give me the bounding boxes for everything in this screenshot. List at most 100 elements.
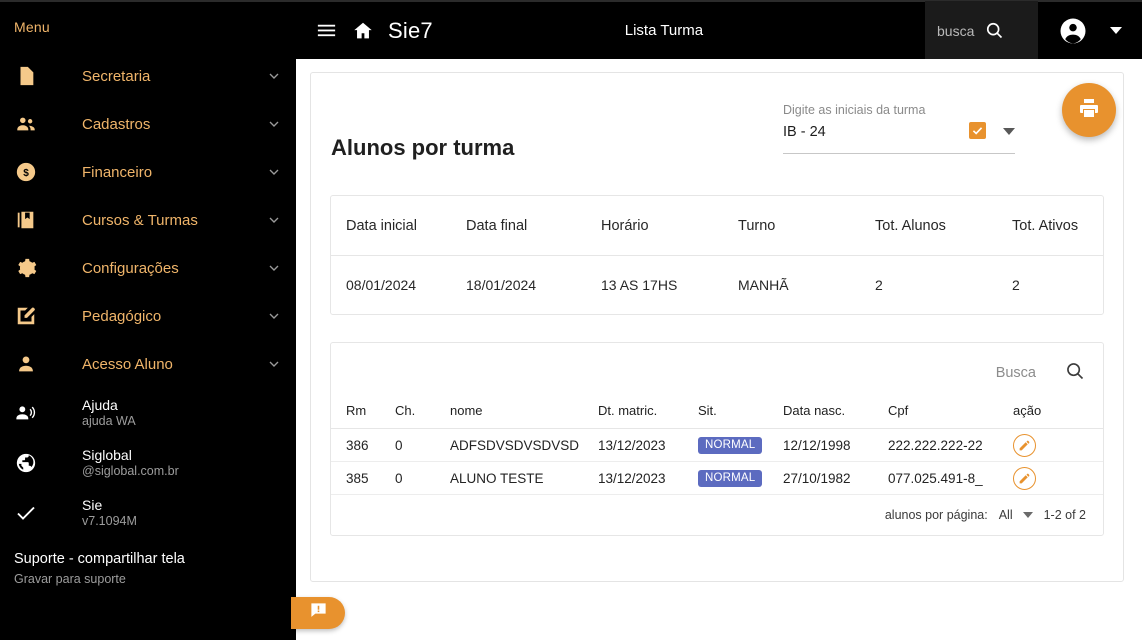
cell-acao [1013, 429, 1103, 462]
students-search-input[interactable]: Busca [996, 365, 1036, 381]
turma-field-label: Digite as iniciais da turma [783, 103, 1015, 117]
turma-field-value[interactable]: IB - 24 [783, 124, 969, 140]
table-header-row: Rm Ch. nome Dt. matric. Sit. Data nasc. … [331, 403, 1103, 429]
sidebar-item-cursos-turmas[interactable]: Cursos & Turmas [0, 196, 296, 244]
sidebar-item-subtitle: ajuda WA [82, 414, 136, 429]
sidebar-item-label: Acesso Aluno [82, 356, 266, 373]
col-cpf[interactable]: Cpf [888, 403, 1013, 429]
cell-rm: 386 [331, 429, 395, 462]
support-subtitle: Gravar para suporte [14, 571, 296, 587]
person-icon [14, 352, 38, 376]
turma-field-underline [783, 153, 1015, 154]
sidebar-item-siglobal[interactable]: Siglobal @siglobal.com.br [0, 438, 296, 488]
hamburger-icon[interactable] [314, 19, 338, 43]
col-nome[interactable]: nome [450, 403, 598, 429]
sidebar: Menu Secretaria Cadastros $ [0, 0, 296, 640]
cell-nome: ADFSDVSDVSDVSD [450, 429, 598, 462]
cell-data-inicial: 08/01/2024 [331, 256, 466, 315]
col-dt-matric[interactable]: Dt. matric. [598, 403, 698, 429]
turma-summary-table-card: Data inicial Data final Horário Turno To… [330, 195, 1104, 315]
edit-pencil-icon[interactable] [1013, 467, 1036, 490]
people-icon [14, 112, 38, 136]
support-chat-button[interactable] [291, 597, 345, 629]
cell-sit: NORMAL [698, 429, 783, 462]
sidebar-item-label: Financeiro [82, 164, 266, 181]
svg-text:$: $ [23, 168, 29, 179]
app-root: Menu Secretaria Cadastros $ [0, 0, 1142, 640]
per-page-select[interactable]: All [999, 508, 1033, 522]
cell-tot-ativos: 2 [1012, 256, 1103, 315]
chevron-down-icon [266, 260, 282, 276]
header-search[interactable]: busca [925, 1, 1038, 60]
table-row[interactable]: 385 0 ALUNO TESTE 13/12/2023 NORMAL 27/1… [331, 462, 1103, 495]
sidebar-item-configuracoes[interactable]: Configurações [0, 244, 296, 292]
sidebar-item-title: Sie [82, 497, 137, 514]
edit-pencil-icon[interactable] [1013, 434, 1036, 457]
col-data-nasc[interactable]: Data nasc. [783, 403, 888, 429]
sidebar-item-label: Cadastros [82, 116, 266, 133]
sidebar-item-ajuda[interactable]: Ajuda ajuda WA [0, 388, 296, 438]
search-icon[interactable] [1064, 360, 1086, 387]
col-rm[interactable]: Rm [331, 403, 395, 429]
cell-cpf: 222.222.222-22 [888, 429, 1013, 462]
page-card: Alunos por turma Digite as iniciais da t… [310, 72, 1124, 582]
col-tot-ativos: Tot. Ativos [1012, 196, 1103, 256]
col-tot-alunos: Tot. Alunos [875, 196, 1012, 256]
sidebar-item-secretaria[interactable]: Secretaria [0, 52, 296, 100]
sidebar-item-cadastros[interactable]: Cadastros [0, 100, 296, 148]
account-circle-icon[interactable] [1058, 16, 1088, 46]
sidebar-item-financeiro[interactable]: $ Financeiro [0, 148, 296, 196]
cell-nome: ALUNO TESTE [450, 462, 598, 495]
sidebar-item-subtitle: @siglobal.com.br [82, 464, 179, 479]
search-input[interactable]: busca [937, 23, 974, 39]
sidebar-item-label: Secretaria [82, 68, 266, 85]
students-table-head: Rm Ch. nome Dt. matric. Sit. Data nasc. … [331, 403, 1103, 429]
table-row[interactable]: 386 0 ADFSDVSDVSDVSD 13/12/2023 NORMAL 1… [331, 429, 1103, 462]
chevron-down-icon [266, 68, 282, 84]
cell-horario: 13 AS 17HS [601, 256, 738, 315]
sidebar-title: Menu [0, 2, 296, 35]
sidebar-support-block[interactable]: Suporte - compartilhar tela Gravar para … [0, 538, 296, 587]
record-voice-icon [14, 401, 38, 425]
pagination-range: 1-2 of 2 [1044, 508, 1086, 522]
cell-rm: 385 [331, 462, 395, 495]
page-header-area: Alunos por turma Digite as iniciais da t… [311, 73, 1123, 195]
header-right-group [1038, 16, 1142, 46]
sidebar-item-label: Pedagógico [82, 308, 266, 325]
chevron-down-icon [266, 356, 282, 372]
sidebar-item-acesso-aluno[interactable]: Acesso Aluno [0, 340, 296, 388]
sidebar-item-pedagogico[interactable]: Pedagógico [0, 292, 296, 340]
top-header: Sie7 Lista Turma busca [296, 0, 1142, 59]
cell-data-nasc: 27/10/1982 [783, 462, 888, 495]
check-icon [14, 501, 38, 525]
triangle-down-icon[interactable] [1003, 128, 1015, 135]
page-title: Alunos por turma [331, 135, 514, 161]
turma-table-body: 08/01/2024 18/01/2024 13 AS 17HS MANHÃ 2… [331, 256, 1103, 315]
sidebar-item-subtitle: v7.1094M [82, 514, 137, 529]
col-ch[interactable]: Ch. [395, 403, 450, 429]
col-acao: ação [1013, 403, 1103, 429]
sidebar-item-text: Siglobal @siglobal.com.br [82, 447, 179, 479]
status-badge: NORMAL [698, 437, 762, 454]
search-icon[interactable] [984, 20, 1005, 41]
edit-square-icon [14, 304, 38, 328]
col-sit[interactable]: Sit. [698, 403, 783, 429]
page-header-title: Lista Turma [403, 22, 925, 39]
turma-select-field[interactable]: Digite as iniciais da turma IB - 24 [783, 103, 1015, 154]
turma-checkbox[interactable] [969, 122, 986, 139]
print-button[interactable] [1062, 83, 1116, 137]
cell-sit: NORMAL [698, 462, 783, 495]
home-icon[interactable] [351, 19, 375, 43]
turma-summary-table: Data inicial Data final Horário Turno To… [331, 196, 1103, 314]
chevron-down-icon [266, 116, 282, 132]
dollar-circle-icon: $ [14, 160, 38, 184]
cell-ch: 0 [395, 429, 450, 462]
main-content: Alunos por turma Digite as iniciais da t… [296, 59, 1142, 640]
caret-down-icon[interactable] [1110, 27, 1122, 34]
sidebar-item-text: Sie v7.1094M [82, 497, 137, 529]
cell-acao [1013, 462, 1103, 495]
col-horario: Horário [601, 196, 738, 256]
gear-icon [14, 256, 38, 280]
sidebar-item-sie[interactable]: Sie v7.1094M [0, 488, 296, 538]
sidebar-item-text: Ajuda ajuda WA [82, 397, 136, 429]
